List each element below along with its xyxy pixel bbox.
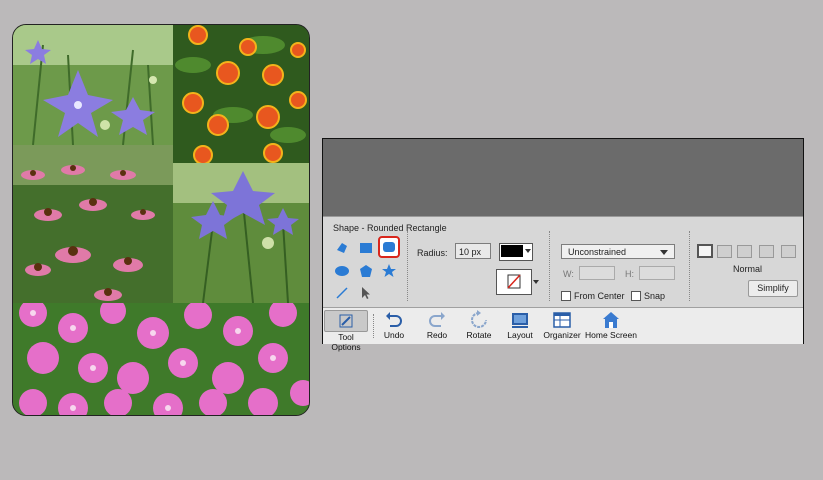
rounded-rectangle-icon	[383, 242, 395, 252]
line-tool[interactable]	[333, 284, 351, 302]
home-screen-label: Home Screen	[585, 330, 637, 340]
editor-panel: Shape - Rounded Rectangle Radius: 10 px	[322, 138, 804, 352]
constraint-select[interactable]: Unconstrained	[561, 244, 675, 259]
home-screen-button[interactable]: Home Screen	[585, 310, 637, 340]
photo-collage	[12, 24, 310, 416]
ellipse-tool[interactable]	[333, 262, 351, 280]
custom-shape-tool[interactable]	[333, 239, 351, 257]
photo-balloon-flowers	[13, 25, 173, 145]
divider	[689, 231, 690, 301]
ellipse-icon	[335, 266, 349, 276]
chevron-down-icon	[525, 249, 531, 253]
undo-label: Undo	[383, 330, 405, 340]
width-label: W:	[563, 269, 574, 279]
divider	[549, 231, 550, 301]
exclude-shape-mode-button[interactable]	[781, 245, 796, 258]
rotate-label: Rotate	[466, 330, 492, 340]
snap-label: Snap	[644, 291, 666, 301]
rotate-button[interactable]: Rotate	[461, 310, 497, 340]
custom-shape-icon	[337, 243, 347, 253]
star-icon	[382, 264, 396, 277]
canvas-area[interactable]	[323, 139, 803, 216]
radius-label: Radius:	[417, 248, 448, 258]
add-shape-mode-button[interactable]	[717, 245, 732, 258]
polygon-tool[interactable]	[357, 262, 375, 280]
divider	[373, 314, 374, 338]
no-style-icon	[507, 274, 521, 289]
redo-button[interactable]: Redo	[421, 310, 453, 340]
from-center-checkbox[interactable]	[561, 291, 571, 301]
intersect-shape-mode-button[interactable]	[759, 245, 774, 258]
organizer-icon	[553, 312, 571, 328]
layout-icon	[512, 313, 528, 328]
height-input[interactable]	[639, 266, 675, 280]
from-center-label: From Center	[574, 291, 625, 301]
tool-options-panel: Shape - Rounded Rectangle Radius: 10 px	[323, 216, 803, 307]
polygon-icon	[360, 265, 372, 277]
mode-label: Normal	[733, 264, 763, 274]
bottom-toolbar: Tool Options Undo Redo Rotate Layout Org…	[323, 307, 803, 352]
fill-color-preview	[501, 245, 523, 257]
fill-color-swatch[interactable]	[499, 243, 533, 261]
divider	[407, 231, 408, 301]
rectangle-tool[interactable]	[357, 239, 375, 257]
photo-balloon-flower-closeup	[173, 163, 309, 303]
subtract-shape-mode-button[interactable]	[737, 245, 752, 258]
new-shape-mode-button[interactable]	[697, 244, 713, 258]
redo-icon	[429, 312, 445, 327]
tool-options-button[interactable]: Tool Options	[324, 310, 368, 352]
organizer-button[interactable]: Organizer	[543, 310, 581, 340]
line-icon	[336, 287, 348, 299]
snap-checkbox[interactable]	[631, 291, 641, 301]
pencil-icon	[339, 314, 353, 328]
undo-button[interactable]: Undo	[378, 310, 410, 340]
chevron-down-icon	[660, 250, 668, 255]
radius-input[interactable]: 10 px	[455, 243, 491, 259]
width-input[interactable]	[579, 266, 615, 280]
photo-coneflowers	[13, 145, 173, 303]
organizer-label: Organizer	[543, 330, 581, 340]
photo-petunias	[13, 303, 309, 415]
style-none-button[interactable]	[496, 269, 532, 295]
rotate-icon	[471, 310, 487, 328]
height-label: H:	[625, 269, 634, 279]
rectangle-icon	[360, 243, 372, 253]
rounded-rectangle-tool[interactable]	[378, 236, 400, 258]
home-icon	[603, 312, 619, 328]
shape-selection-tool[interactable]	[357, 284, 375, 302]
shape-tool-title: Shape - Rounded Rectangle	[333, 223, 447, 233]
style-dropdown-caret-icon[interactable]	[533, 280, 539, 284]
constraint-select-value: Unconstrained	[568, 247, 627, 257]
layout-label: Layout	[507, 330, 533, 340]
redo-label: Redo	[426, 330, 448, 340]
layout-button[interactable]: Layout	[505, 310, 535, 340]
tool-options-label: Tool Options	[331, 332, 361, 352]
photo-zinnias	[173, 25, 309, 163]
undo-icon	[386, 312, 402, 327]
simplify-button[interactable]: Simplify	[748, 280, 798, 297]
star-tool[interactable]	[380, 262, 398, 280]
arrow-cursor-icon	[362, 287, 370, 299]
